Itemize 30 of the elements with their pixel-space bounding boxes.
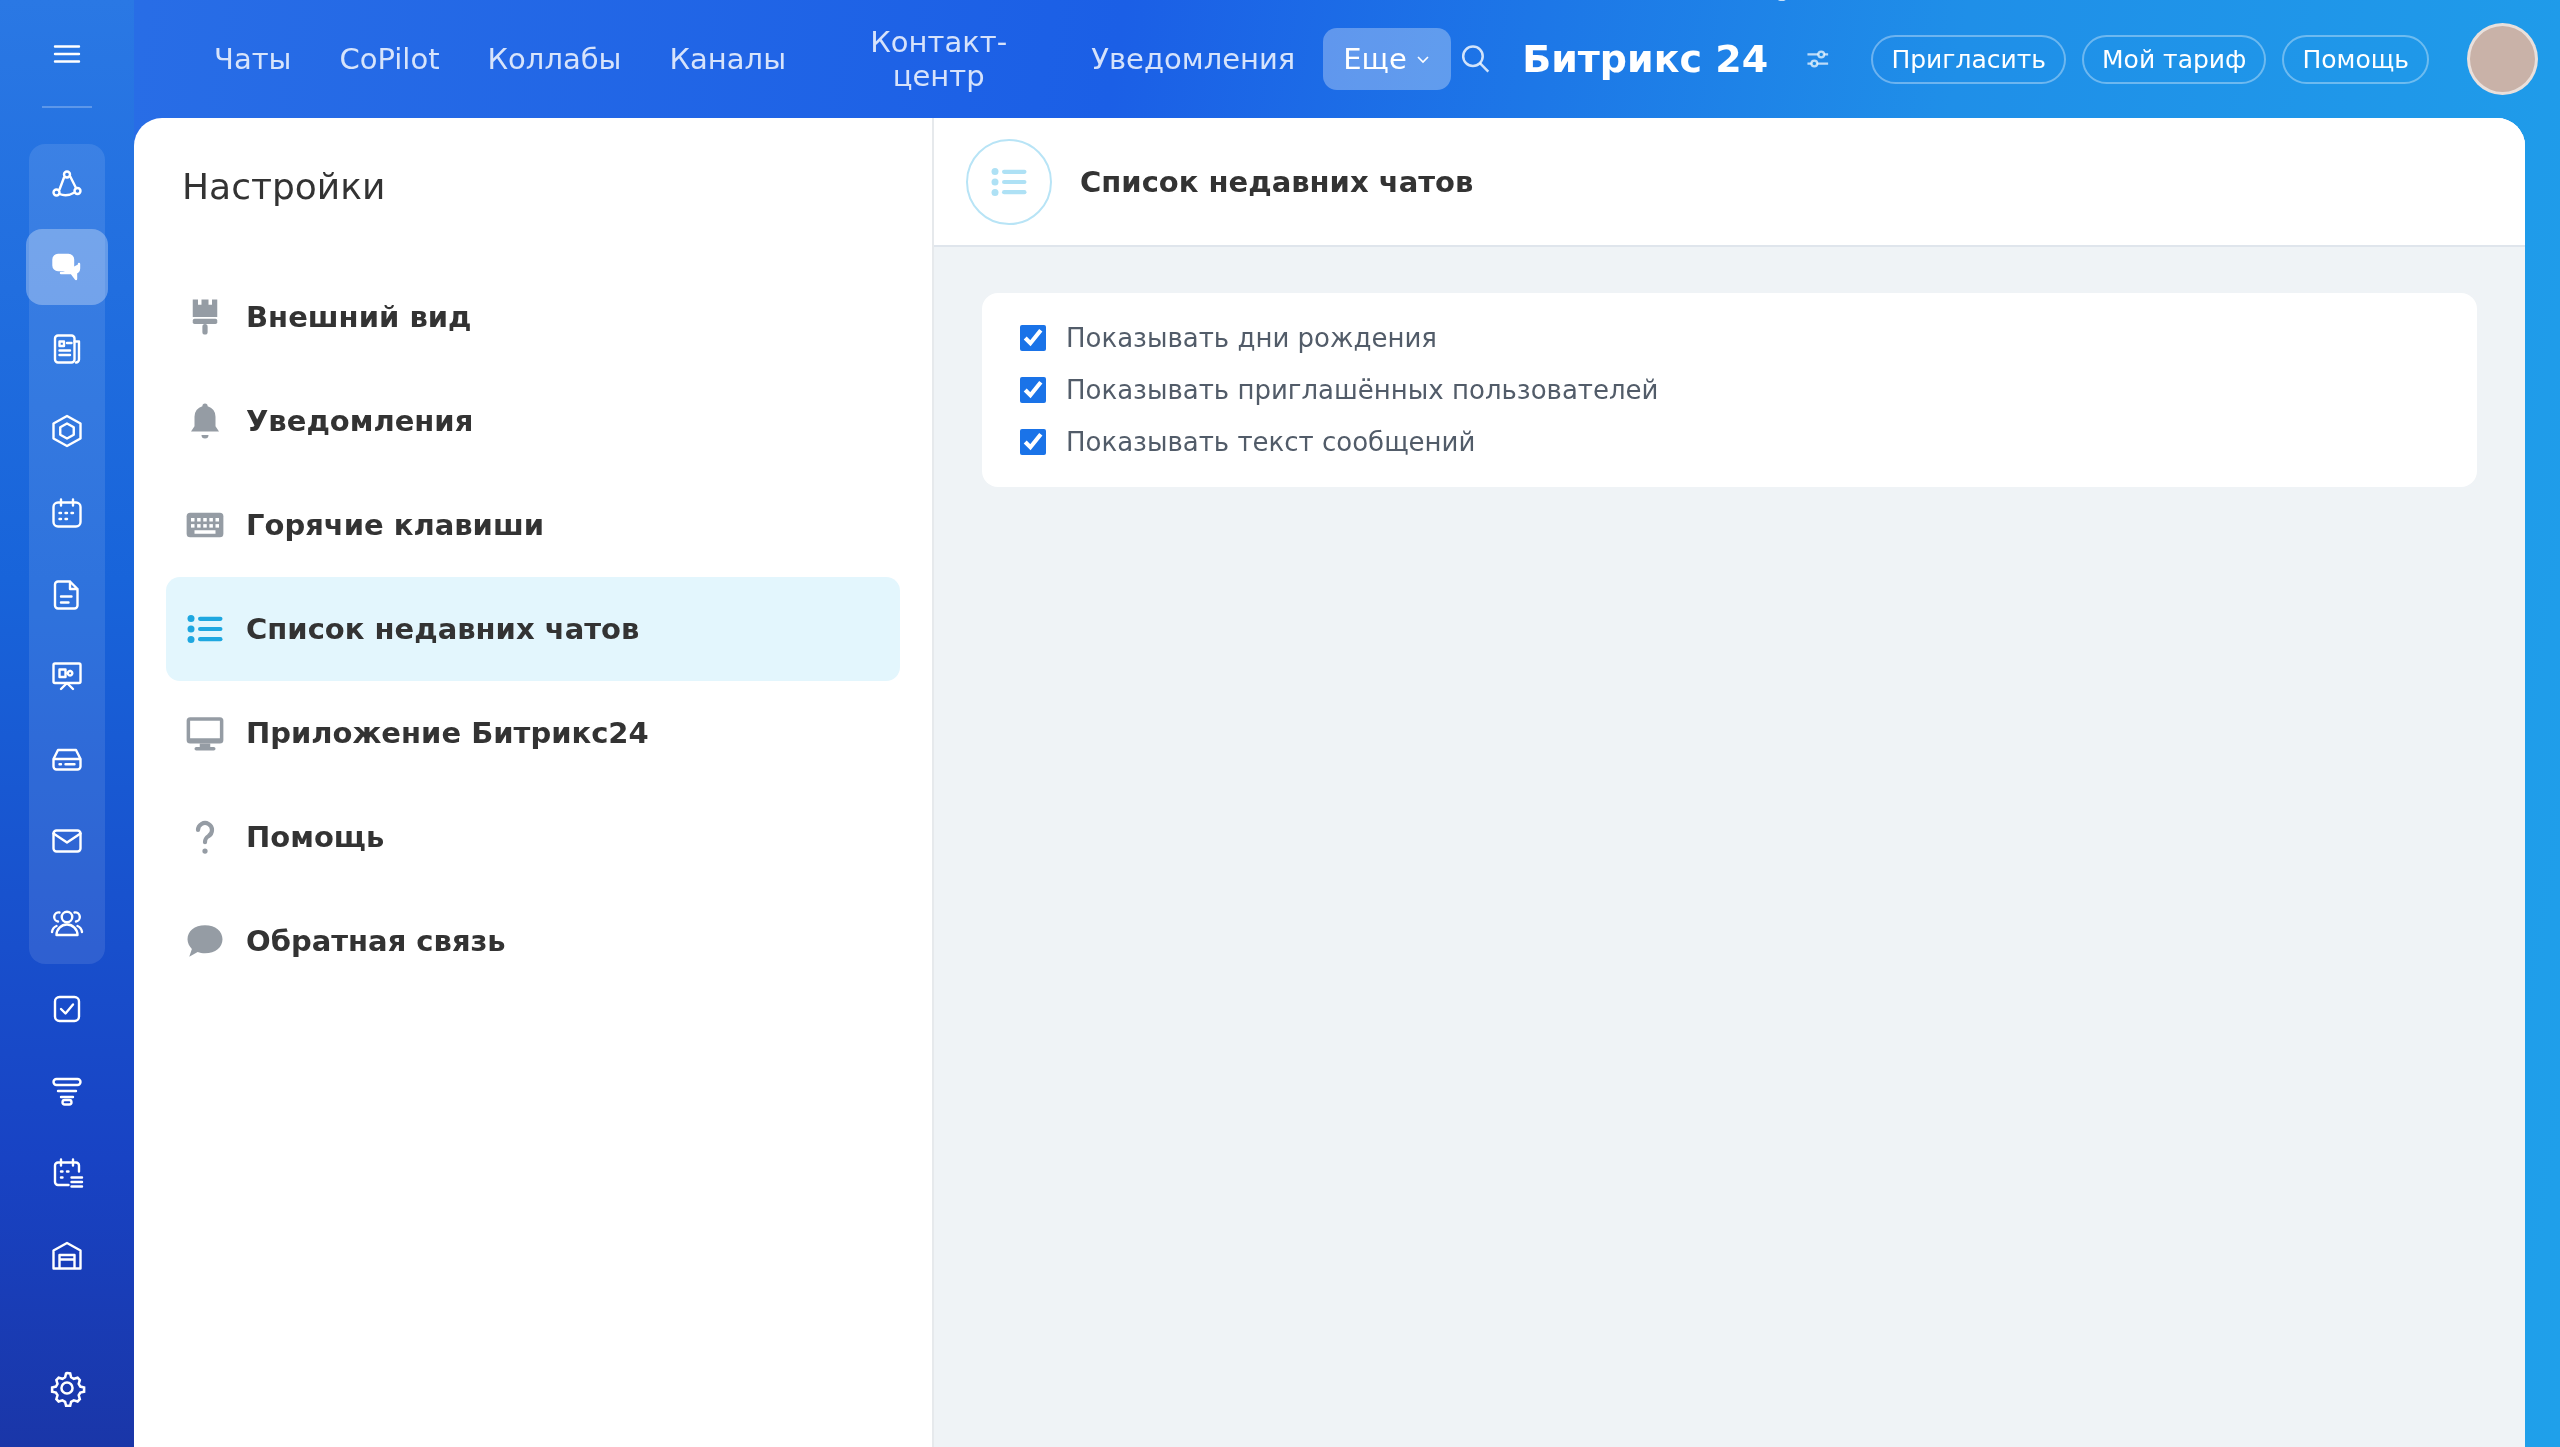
nav-tab[interactable]: Контакт-центр [814,15,1064,103]
settings-menu-item[interactable]: Внешний вид [166,265,900,369]
nav-tab[interactable]: Еще [1323,28,1451,90]
settings-menu-item[interactable]: Список недавних чатов [166,577,900,681]
option-label: Показывать текст сообщений [1066,427,1476,457]
header-button[interactable]: Мой тариф [2082,34,2267,84]
nav-tab[interactable]: CoPilot [319,32,460,86]
nav-tab[interactable]: Уведомления [1071,32,1316,86]
nav-tab[interactable]: Коллабы [467,32,642,86]
option-label: Показывать дни рождения [1066,323,1437,353]
checkbox[interactable] [1020,377,1046,403]
nav-tab[interactable]: Чаты [194,32,312,86]
section-title: Список недавних чатов [1080,164,1474,199]
hexagon-icon [49,413,85,449]
settings-icon[interactable] [48,1369,86,1407]
header-button[interactable]: Помощь [2282,34,2429,84]
settings-menu-item[interactable]: Уведомления [166,369,900,473]
settings-title: Настройки [182,166,387,207]
nav-tab[interactable]: Каналы [649,32,807,86]
logo[interactable]: Битрикс 24 [1522,37,1769,81]
header-button[interactable]: Пригласить [1871,34,2067,84]
checkbox[interactable] [1020,325,1046,351]
calendar-icon [49,495,85,531]
checkbox[interactable] [1020,429,1046,455]
settings-menu-item[interactable]: Обратная связь [166,889,900,993]
option-label: Показывать приглашённых пользователей [1066,375,1659,405]
settings-menu-item[interactable]: Приложение Битрикс24 [166,681,900,785]
settings-menu-item[interactable]: Помощь [166,785,900,889]
rail-button[interactable] [26,229,108,305]
settings-menu-item[interactable]: Горячие клавиши [166,473,900,577]
